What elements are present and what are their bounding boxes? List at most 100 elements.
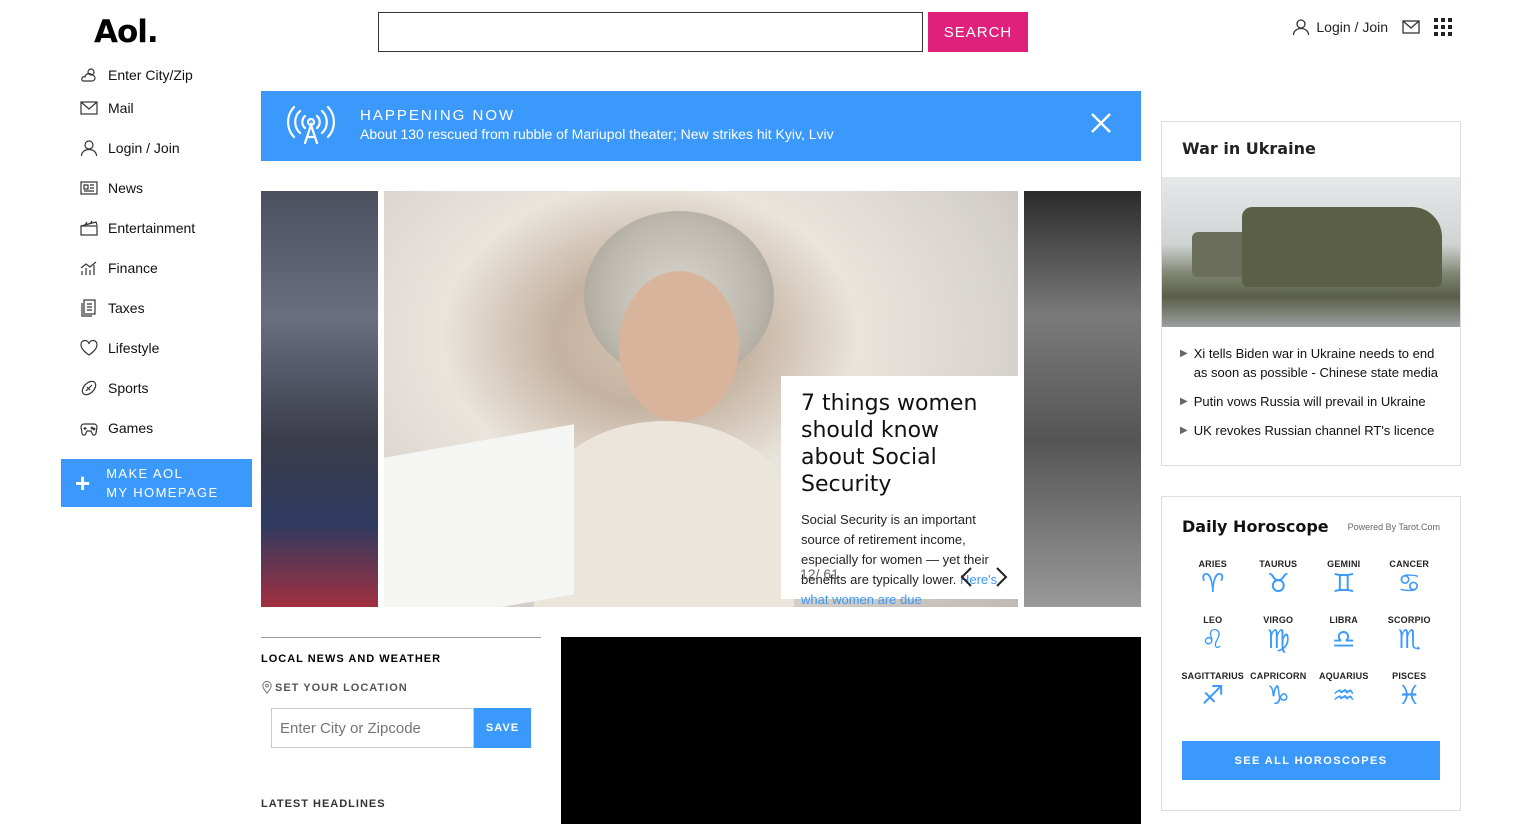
sidebar-item-label: Lifestyle <box>108 340 160 356</box>
zipcode-input[interactable] <box>271 708 474 748</box>
sign-name: GEMINI <box>1327 559 1361 569</box>
search-button[interactable]: SEARCH <box>928 12 1028 52</box>
sign-name: VIRGO <box>1263 615 1294 625</box>
save-location-button[interactable]: SAVE <box>474 708 531 748</box>
sign-name: SAGITTARIUS <box>1181 671 1245 681</box>
leo-icon: ♌ <box>1201 625 1225 655</box>
clapper-icon <box>80 220 98 236</box>
ukraine-card-image[interactable] <box>1162 177 1460 327</box>
list-item[interactable]: ▶ UK revokes Russian channel RT's licenc… <box>1180 421 1450 440</box>
search-input[interactable] <box>378 12 923 52</box>
broadcast-icon <box>287 105 335 145</box>
virgo-icon: ♍ <box>1266 625 1290 655</box>
location-pin-icon <box>262 681 272 694</box>
make-homepage-line1: MAKE AOL <box>106 466 184 481</box>
war-in-ukraine-card: War in Ukraine ▶ Xi tells Biden war in U… <box>1161 121 1461 466</box>
sidebar-item-label: Games <box>108 420 154 436</box>
close-icon[interactable] <box>1089 111 1113 135</box>
sidebar-item-label: Finance <box>108 260 158 276</box>
local-news-title: LOCAL NEWS AND WEATHER <box>261 653 442 665</box>
sign-aries[interactable]: ARIES ♈ <box>1180 559 1246 599</box>
sign-name: CANCER <box>1389 559 1430 569</box>
sign-name: CAPRICORN <box>1250 671 1307 681</box>
apps-grid-icon[interactable] <box>1434 18 1452 36</box>
sign-name: SCORPIO <box>1387 615 1431 625</box>
play-arrow-icon: ▶ <box>1180 425 1188 436</box>
scorpio-icon: ♏ <box>1397 625 1421 655</box>
image-detail <box>619 271 739 421</box>
carousel-prev-slide-image[interactable] <box>261 191 378 607</box>
make-homepage-button[interactable]: + MAKE AOL MY HOMEPAGE <box>61 459 252 507</box>
carousel-title[interactable]: 7 things women should know about Social … <box>801 390 1003 498</box>
play-arrow-icon: ▶ <box>1180 396 1188 407</box>
horoscope-grid: ARIES ♈ TAURUS ♉ GEMINI ♊ CANCER ♋ LEO ♌ VIRG… <box>1180 559 1442 711</box>
sidebar-item-label: Mail <box>108 100 134 116</box>
sidebar-item-news[interactable]: News <box>80 168 260 208</box>
document-icon <box>81 299 96 317</box>
sidebar-item-lifestyle[interactable]: Lifestyle <box>80 328 260 368</box>
pisces-icon: ♓ <box>1397 681 1421 711</box>
sign-gemini[interactable]: GEMINI ♊ <box>1311 559 1377 599</box>
headline-text: Xi tells Biden war in Ukraine needs to e… <box>1193 346 1438 380</box>
top-right-nav: Login / Join <box>1292 18 1452 36</box>
sign-virgo[interactable]: VIRGO ♍ <box>1246 615 1312 655</box>
sidebar-item-games[interactable]: Games <box>80 408 260 448</box>
make-homepage-line2: MY HOMEPAGE <box>106 485 219 500</box>
sign-name: LEO <box>1203 615 1223 625</box>
aquarius-icon: ♒ <box>1332 681 1356 711</box>
set-location-label: SET YOUR LOCATION <box>275 681 408 694</box>
sign-sagittarius[interactable]: SAGITTARIUS ♐ <box>1180 671 1246 711</box>
set-location-link[interactable]: SET YOUR LOCATION <box>261 681 541 694</box>
sidebar-item-entertainment[interactable]: Entertainment <box>80 208 260 248</box>
sidebar-item-weather[interactable]: Enter City/Zip <box>80 62 260 88</box>
capricorn-icon: ♑ <box>1266 681 1290 711</box>
carousel-body: Social Security is an important source o… <box>801 510 1003 610</box>
sign-scorpio[interactable]: SCORPIO ♏ <box>1377 615 1443 655</box>
chevron-left-icon[interactable] <box>959 566 973 588</box>
sidebar-item-sports[interactable]: Sports <box>80 368 260 408</box>
user-icon <box>1293 19 1310 36</box>
happening-now-banner[interactable]: HAPPENING NOW About 130 rescued from rub… <box>261 91 1141 161</box>
see-all-horoscopes-button[interactable]: SEE ALL HOROSCOPES <box>1182 741 1440 780</box>
football-icon <box>81 380 97 396</box>
ukraine-headline-list: ▶ Xi tells Biden war in Ukraine needs to… <box>1180 344 1450 450</box>
sidebar: Enter City/Zip Mail Login / Join News En… <box>80 62 260 448</box>
daily-horoscope-card: Daily Horoscope Powered By Tarot.Com ARI… <box>1161 496 1461 811</box>
sign-name: TAURUS <box>1259 559 1298 569</box>
image-detail <box>384 424 574 607</box>
aol-logo[interactable]: Aol. <box>94 14 159 50</box>
horoscope-powered-by: Powered By Tarot.Com <box>1347 522 1440 532</box>
sign-capricorn[interactable]: CAPRICORN ♑ <box>1246 671 1312 711</box>
sign-aquarius[interactable]: AQUARIUS ♒ <box>1311 671 1377 711</box>
header-login-link[interactable]: Login / Join <box>1292 18 1388 36</box>
gemini-icon: ♊ <box>1332 569 1356 599</box>
sidebar-item-label: Enter City/Zip <box>108 67 193 83</box>
sidebar-item-label: Taxes <box>108 300 145 316</box>
sign-leo[interactable]: LEO ♌ <box>1180 615 1246 655</box>
mail-icon[interactable] <box>1402 20 1420 34</box>
sign-cancer[interactable]: CANCER ♋ <box>1377 559 1443 599</box>
banner-headline[interactable]: About 130 rescued from rubble of Mariupo… <box>360 126 834 142</box>
ukraine-card-title[interactable]: War in Ukraine <box>1182 139 1316 158</box>
libra-icon: ♎ <box>1332 625 1356 655</box>
sidebar-item-mail[interactable]: Mail <box>80 88 260 128</box>
header-login-label: Login / Join <box>1316 19 1388 35</box>
chevron-right-icon[interactable] <box>995 566 1009 588</box>
carousel-next-slide-image[interactable] <box>1024 191 1141 607</box>
carousel-counter: 12/ 61 <box>800 566 839 582</box>
sidebar-item-login[interactable]: Login / Join <box>80 128 260 168</box>
sidebar-item-label: News <box>108 180 144 196</box>
banner-title: HAPPENING NOW <box>360 107 516 124</box>
latest-headlines-title: LATEST HEADLINES <box>261 798 386 810</box>
sidebar-item-label: Entertainment <box>108 220 196 236</box>
list-item[interactable]: ▶ Putin vows Russia will prevail in Ukra… <box>1180 392 1450 411</box>
video-player[interactable] <box>561 637 1141 824</box>
weather-icon <box>81 68 96 82</box>
list-item[interactable]: ▶ Xi tells Biden war in Ukraine needs to… <box>1180 344 1450 382</box>
sidebar-item-label: Sports <box>108 380 149 396</box>
sign-pisces[interactable]: PISCES ♓ <box>1377 671 1443 711</box>
sidebar-item-finance[interactable]: Finance <box>80 248 260 288</box>
sign-taurus[interactable]: TAURUS ♉ <box>1246 559 1312 599</box>
sign-libra[interactable]: LIBRA ♎ <box>1311 615 1377 655</box>
sidebar-item-taxes[interactable]: Taxes <box>80 288 260 328</box>
